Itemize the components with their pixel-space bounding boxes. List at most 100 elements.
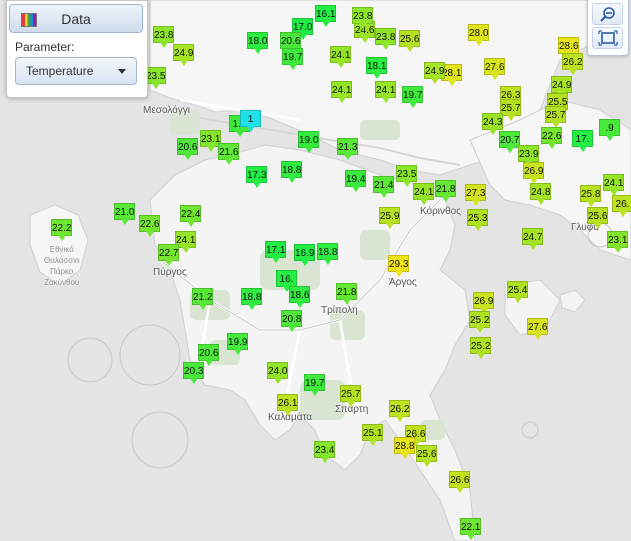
- station-marker[interactable]: 27.6: [527, 318, 548, 340]
- place-label: Τρίπολη: [321, 305, 358, 316]
- station-marker[interactable]: 21.0: [114, 203, 135, 225]
- station-marker[interactable]: 25.6: [399, 30, 420, 52]
- station-marker[interactable]: 24.8: [530, 183, 551, 205]
- station-marker[interactable]: 26.1: [277, 394, 298, 416]
- zoom-controls: [587, 0, 629, 56]
- station-marker[interactable]: 19.7: [282, 48, 303, 70]
- station-marker[interactable]: 24.1: [603, 174, 624, 196]
- station-marker[interactable]: 27.6: [484, 58, 505, 80]
- station-marker[interactable]: 25.6: [587, 207, 608, 229]
- station-marker[interactable]: 21.4: [373, 176, 394, 198]
- station-marker[interactable]: 18.0: [247, 32, 268, 54]
- place-label: Εθνικό Θαλάσσιο Πάρκο Ζακύνθου: [44, 245, 80, 287]
- station-marker[interactable]: 23.5: [145, 67, 166, 89]
- station-marker[interactable]: 18.8: [241, 288, 262, 310]
- zoom-extent-button[interactable]: [592, 27, 623, 49]
- station-marker[interactable]: 17.1: [265, 241, 286, 263]
- station-marker[interactable]: 27.3: [465, 184, 486, 206]
- station-marker[interactable]: 20.7: [499, 131, 520, 153]
- place-label: Κόρινθος: [420, 206, 461, 217]
- station-marker[interactable]: 24.7: [522, 228, 543, 250]
- station-marker[interactable]: 25.9: [379, 207, 400, 229]
- station-marker[interactable]: 25.2: [469, 311, 490, 333]
- zoom-out-button[interactable]: [592, 3, 623, 25]
- station-marker[interactable]: 20.3: [183, 362, 204, 384]
- station-marker[interactable]: 20.6: [280, 32, 301, 54]
- station-marker[interactable]: 16.1: [315, 5, 336, 27]
- station-marker[interactable]: 18.8: [317, 243, 338, 265]
- station-marker[interactable]: 25.1: [362, 424, 383, 446]
- data-panel: Data Parameter: Temperature: [6, 0, 148, 98]
- station-marker[interactable]: 22.6: [139, 215, 160, 237]
- station-marker[interactable]: 24.1: [413, 183, 434, 205]
- place-label: Μεσολόγγι: [143, 105, 190, 116]
- station-marker[interactable]: 24.1: [330, 46, 351, 68]
- parameter-select[interactable]: Temperature: [15, 57, 137, 85]
- station-marker[interactable]: 16.: [276, 270, 297, 292]
- station-marker[interactable]: 25.4: [507, 281, 528, 303]
- station-marker[interactable]: 23.8: [153, 26, 174, 48]
- station-marker[interactable]: 26.9: [473, 292, 494, 314]
- station-marker[interactable]: 23.1: [607, 231, 628, 253]
- station-marker[interactable]: 23.9: [518, 145, 539, 167]
- station-marker[interactable]: 21.8: [435, 180, 456, 202]
- station-marker[interactable]: 26.2: [562, 53, 583, 75]
- station-marker[interactable]: .9: [599, 119, 620, 141]
- station-marker[interactable]: 23.8: [375, 28, 396, 50]
- station-marker[interactable]: 24.9: [424, 62, 445, 84]
- station-marker[interactable]: 23.4: [314, 441, 335, 463]
- station-marker[interactable]: 18.1: [366, 57, 387, 79]
- station-marker[interactable]: 21.2: [192, 288, 213, 310]
- station-marker[interactable]: 25.7: [340, 385, 361, 407]
- station-marker[interactable]: 20.6: [177, 138, 198, 160]
- station-marker[interactable]: 22.4: [180, 205, 201, 227]
- station-marker[interactable]: 25.8: [580, 185, 601, 207]
- zoom-out-icon: [600, 7, 615, 22]
- station-marker[interactable]: 24.3: [482, 113, 503, 135]
- station-marker[interactable]: 25.3: [467, 209, 488, 231]
- station-marker[interactable]: 26.9: [523, 162, 544, 184]
- station-marker[interactable]: 20.8: [281, 310, 302, 332]
- station-marker[interactable]: 21.6: [218, 143, 239, 165]
- station-marker[interactable]: 25.2: [470, 337, 491, 359]
- station-marker[interactable]: 19.7: [402, 86, 423, 108]
- station-marker[interactable]: 26.: [612, 195, 631, 217]
- zoom-extent-icon: [598, 30, 618, 46]
- station-marker[interactable]: 26.2: [389, 400, 410, 422]
- station-marker[interactable]: 25.7: [500, 99, 521, 121]
- station-marker[interactable]: 29.3: [388, 255, 409, 277]
- place-label: Πύργος: [153, 267, 187, 278]
- station-marker[interactable]: 19.9: [227, 333, 248, 355]
- station-marker[interactable]: 17.3: [246, 166, 267, 188]
- station-marker[interactable]: 24.9: [551, 76, 572, 98]
- station-marker[interactable]: 1: [240, 110, 261, 132]
- station-marker[interactable]: 25.6: [416, 445, 437, 467]
- station-marker[interactable]: 24.1: [375, 81, 396, 103]
- station-marker[interactable]: 23.8: [352, 7, 373, 29]
- station-marker[interactable]: 28.8: [394, 437, 415, 459]
- station-marker[interactable]: 19.4: [345, 170, 366, 192]
- station-marker[interactable]: 22.6: [541, 127, 562, 149]
- station-marker[interactable]: 23.5: [396, 165, 417, 187]
- parameter-label: Parameter:: [15, 40, 75, 54]
- station-marker[interactable]: 22.1: [460, 518, 481, 540]
- station-marker[interactable]: 16.9: [294, 244, 315, 266]
- station-marker[interactable]: 18.6: [289, 286, 310, 308]
- station-marker[interactable]: 19.0: [298, 131, 319, 153]
- station-marker[interactable]: 28.6: [558, 37, 579, 59]
- station-marker[interactable]: 25.7: [545, 106, 566, 128]
- station-marker[interactable]: 28.0: [468, 24, 489, 46]
- station-marker[interactable]: 26.6: [449, 471, 470, 493]
- station-marker[interactable]: 24.9: [173, 44, 194, 66]
- station-marker[interactable]: 22.7: [158, 244, 179, 266]
- station-marker[interactable]: 22.2: [51, 219, 72, 241]
- station-marker[interactable]: 24.0: [267, 362, 288, 384]
- station-marker[interactable]: 17.: [572, 130, 593, 152]
- data-button[interactable]: Data: [9, 4, 143, 33]
- station-marker[interactable]: 21.3: [337, 138, 358, 160]
- station-marker[interactable]: 21.8: [336, 283, 357, 305]
- station-marker[interactable]: 20.6: [198, 344, 219, 366]
- station-marker[interactable]: 24.1: [331, 81, 352, 103]
- station-marker[interactable]: 19.7: [304, 374, 325, 396]
- station-marker[interactable]: 18.8: [281, 161, 302, 183]
